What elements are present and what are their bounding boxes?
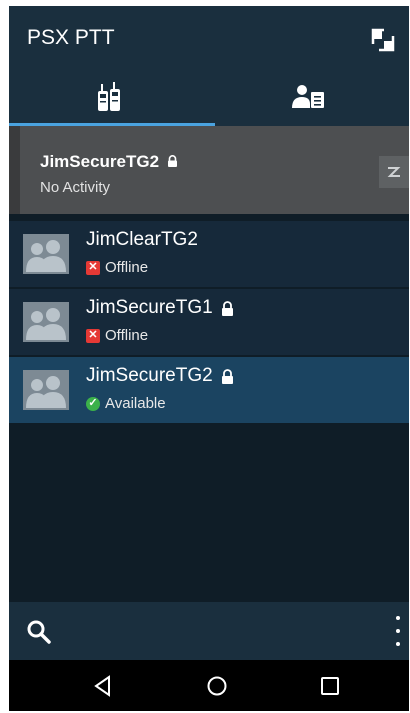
talkgroup-name: JimClearTG2 [86,229,198,250]
lock-icon [221,300,233,316]
tab-bar [9,68,409,126]
search-icon[interactable] [25,618,53,646]
phone-screen: PSX PTT JimSecureTG2 No Activity JimClea… [9,6,409,711]
radios-icon [98,82,120,111]
talkgroup-row[interactable]: JimSecureTG1 ✕ Offline [9,289,409,357]
expand-icon[interactable] [369,26,397,54]
bottom-action-bar [9,602,409,660]
talkgroup-status: ✕ Offline [86,327,148,344]
lock-icon [167,155,177,167]
available-check-icon: ✓ [86,396,100,411]
talkgroup-list: JimClearTG2 ✕ Offline JimSecureTG1 ✕ Off… [9,221,409,425]
active-channel-card[interactable]: JimSecureTG2 No Activity [9,126,409,214]
active-channel-name: JimSecureTG2 [40,152,178,172]
ptt-button[interactable] [379,156,409,188]
talkgroup-row-selected[interactable]: JimSecureTG2 ✓ Available [9,357,409,425]
back-icon[interactable] [89,672,117,700]
talkgroup-name: JimSecureTG2 [86,365,234,387]
talkgroup-row[interactable]: JimClearTG2 ✕ Offline [9,221,409,289]
app-bar: PSX PTT [9,6,409,68]
group-avatar-icon [23,370,69,410]
app-title: PSX PTT [27,26,115,49]
active-channel-stripe [9,126,20,214]
contacts-list-icon [292,85,324,108]
group-avatar-icon [23,302,69,342]
active-channel-status: No Activity [40,179,111,196]
tab-contacts[interactable] [209,68,409,126]
talkgroup-status: ✓ Available [86,395,166,412]
ptt-lightning-icon [387,167,401,177]
home-icon[interactable] [203,672,231,700]
recents-icon[interactable] [316,672,344,700]
offline-icon: ✕ [86,328,100,343]
talkgroup-name: JimSecureTG1 [86,297,234,319]
lock-icon [221,368,233,384]
overflow-menu-icon[interactable] [393,616,403,646]
group-avatar-icon [23,234,69,274]
offline-icon: ✕ [86,260,100,275]
talkgroup-status: ✕ Offline [86,259,148,276]
android-nav-bar [9,660,409,711]
tab-radios[interactable] [9,68,215,126]
